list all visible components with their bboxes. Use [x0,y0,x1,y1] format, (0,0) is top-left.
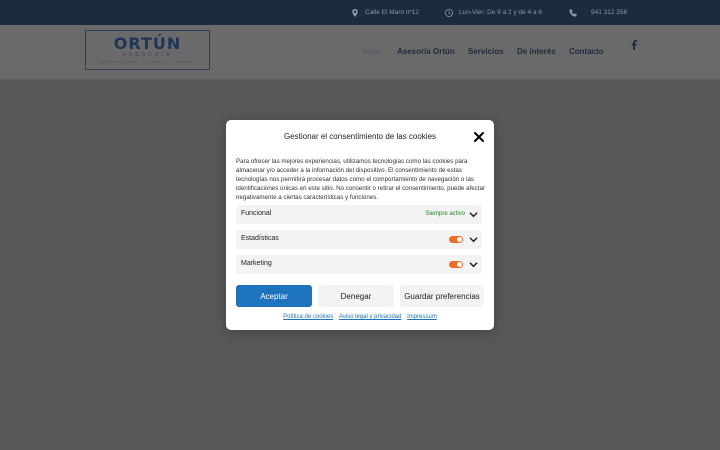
statistics-toggle[interactable] [449,236,463,243]
legal-privacy-link[interactable]: Aviso legal y privacidad [339,314,402,320]
consent-description: Para ofrecer las mejores experiencias, u… [236,158,486,201]
nav-item-contacto[interactable]: Contacto [569,47,604,56]
nav-item-de-interes[interactable]: De interés [517,47,556,56]
site-header: ORTÚN ASESORÍA CONTABILIDAD · FISCAL · L… [0,25,720,80]
clock-icon [445,8,453,17]
category-funcional[interactable]: Funcional Siempre activo [236,205,482,224]
save-preferences-button[interactable]: Guardar preferencias [400,285,484,307]
location-pin-icon [352,8,358,17]
phone-info[interactable]: 941 312 258 [569,0,627,25]
facebook-icon[interactable] [631,40,637,50]
category-label: Marketing [241,260,272,267]
hours-info: Lun-Vier: De 9 a 2 y de 4 a 6 [445,0,542,25]
cookie-consent-dialog: Gestionar el consentimiento de las cooki… [226,120,494,330]
category-label: Funcional [241,210,272,217]
consent-title: Gestionar el consentimiento de las cooki… [283,132,437,141]
marketing-toggle[interactable] [449,261,463,268]
nav-item-asesoria-ortun[interactable]: Asesoría Ortún [397,47,455,56]
hours-text: Lun-Vier: De 9 a 2 y de 4 a 6 [459,9,542,16]
phone-icon [569,8,577,17]
nav-item-inicio[interactable]: Inicio [362,47,381,56]
consent-links: Política de cookies Aviso legal y privac… [226,314,494,320]
category-estadisticas[interactable]: Estadísticas [236,230,482,249]
always-active-badge: Siempre activo [425,211,465,217]
category-label: Estadísticas [241,235,279,242]
cookie-policy-link[interactable]: Política de cookies [283,314,333,320]
logo-subtitle: ASESORÍA [122,52,173,58]
address-text: Calle El Maro nº12 [365,9,420,16]
chevron-down-icon[interactable] [469,210,478,219]
accept-button[interactable]: Aceptar [236,285,312,307]
address-info: Calle El Maro nº12 [351,0,419,25]
site-logo[interactable]: ORTÚN ASESORÍA CONTABILIDAD · FISCAL · L… [85,30,210,70]
chevron-down-icon[interactable] [469,260,478,269]
chevron-down-icon[interactable] [469,235,478,244]
logo-tagline: CONTABILIDAD · FISCAL · LABORAL [98,60,197,64]
phone-text[interactable]: 941 312 258 [591,9,627,16]
deny-button[interactable]: Denegar [318,285,394,307]
category-marketing[interactable]: Marketing [236,255,482,274]
nav-item-servicios[interactable]: Servicios [468,47,504,56]
impressum-link[interactable]: Impressum [407,314,437,320]
top-info-bar: Calle El Maro nº12 Lun-Vier: De 9 a 2 y … [0,0,720,25]
logo-name: ORTÚN [113,34,182,53]
close-icon[interactable] [474,132,484,142]
